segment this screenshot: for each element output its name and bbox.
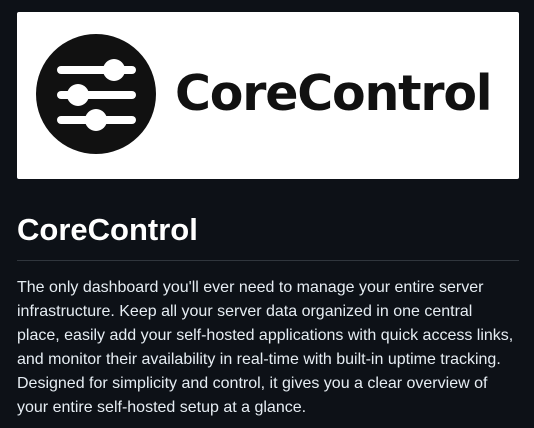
- sliders-icon: [36, 34, 156, 154]
- page-title: CoreControl: [17, 212, 198, 247]
- readme-page: CoreControl CoreControl The only dashboa…: [0, 0, 534, 428]
- project-description: The only dashboard you'll ever need to m…: [17, 279, 514, 416]
- logo-banner: CoreControl: [17, 12, 519, 179]
- logo-wordmark: CoreControl: [175, 65, 493, 122]
- title-divider: [17, 260, 519, 261]
